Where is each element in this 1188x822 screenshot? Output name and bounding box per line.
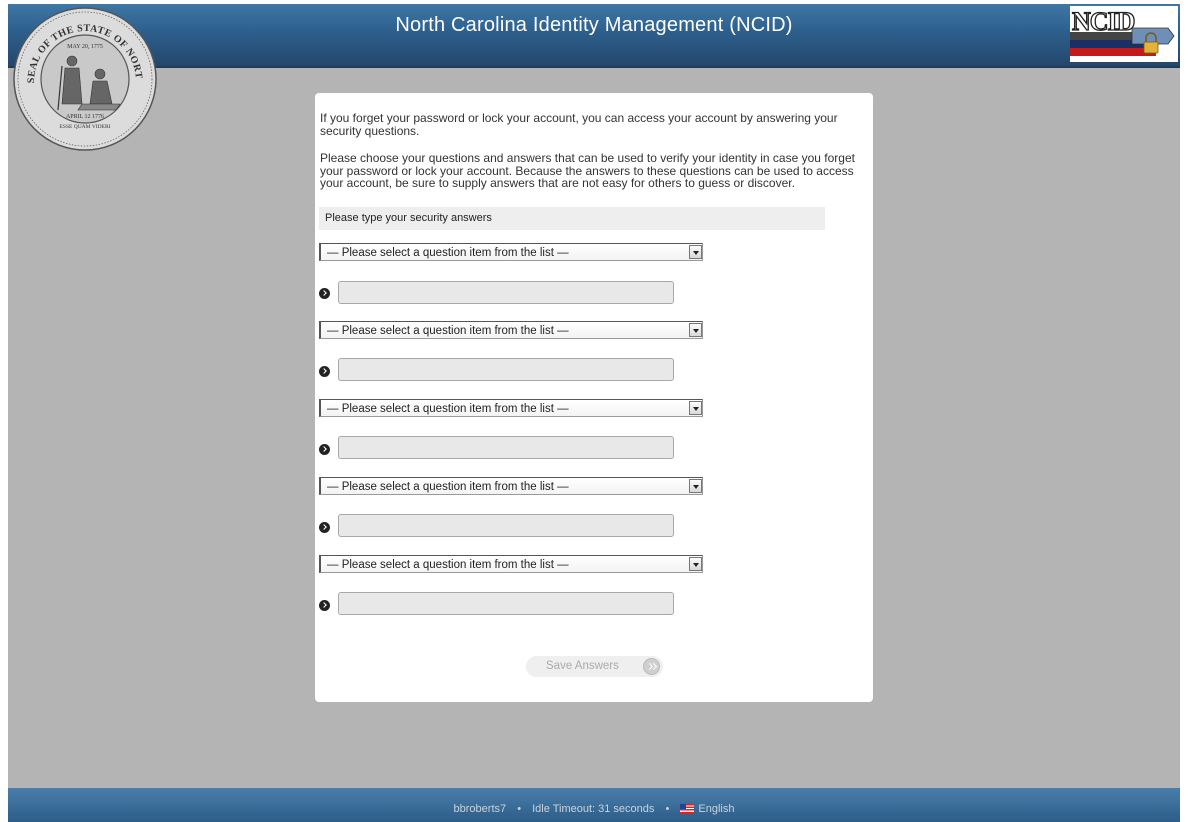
answer-input-4[interactable]: [338, 514, 674, 537]
answer-input-1[interactable]: [338, 281, 674, 304]
nc-state-seal: THE GREAT SEAL OF THE STATE OF NORTH CAR…: [12, 6, 157, 151]
question-select-5[interactable]: — Please select a question item from the…: [319, 555, 703, 573]
footer-bar: bbroberts7 • Idle Timeout: 31 seconds • …: [8, 788, 1180, 822]
answer-input-5[interactable]: [338, 592, 674, 615]
us-flag-icon: [680, 804, 695, 813]
question-select-1[interactable]: — Please select a question item from the…: [319, 243, 703, 261]
language-selector[interactable]: English: [680, 803, 734, 815]
separator: •: [517, 803, 522, 815]
arrow-circle-icon: [319, 288, 330, 299]
arrow-circle-icon: [319, 522, 330, 533]
save-answers-label: Save Answers: [546, 660, 619, 672]
security-questions-card: If you forget your password or lock your…: [315, 93, 873, 702]
idle-timeout: Idle Timeout: 31 seconds: [532, 803, 655, 815]
page-title: North Carolina Identity Management (NCID…: [395, 14, 793, 36]
header-bar: North Carolina Identity Management (NCID…: [8, 4, 1180, 68]
question-select-4[interactable]: — Please select a question item from the…: [319, 477, 703, 495]
arrow-circle-icon: [319, 444, 330, 455]
app-frame: North Carolina Identity Management (NCID…: [8, 4, 1180, 822]
dropdown-arrow-icon: [689, 323, 702, 337]
separator: •: [665, 803, 670, 815]
double-chevron-right-icon: [643, 658, 660, 675]
question-select-3[interactable]: — Please select a question item from the…: [319, 399, 703, 417]
ncid-logo: NCID: [1070, 6, 1178, 62]
save-answers-button[interactable]: Save Answers: [526, 656, 663, 677]
answer-input-3[interactable]: [338, 436, 674, 459]
question-select-value: — Please select a question item from the…: [327, 325, 569, 337]
intro-paragraph-1: If you forget your password or lock your…: [320, 111, 838, 138]
question-select-value: — Please select a question item from the…: [327, 481, 569, 493]
question-select-2[interactable]: — Please select a question item from the…: [319, 321, 703, 339]
language-label: English: [698, 803, 735, 815]
dropdown-arrow-icon: [689, 245, 702, 259]
username: bbroberts7: [453, 803, 507, 815]
seal-date-bottom: APRIL 12 1776: [66, 114, 104, 120]
question-select-value: — Please select a question item from the…: [327, 247, 569, 259]
dropdown-arrow-icon: [689, 401, 702, 415]
section-label: Please type your security answers: [319, 207, 825, 230]
dropdown-arrow-icon: [689, 479, 702, 493]
arrow-circle-icon: [319, 600, 330, 611]
dropdown-arrow-icon: [689, 557, 702, 571]
ncid-logo-text: NCID: [1071, 6, 1136, 36]
seal-date-top: MAY 20, 1775: [67, 44, 103, 50]
intro-paragraph-2: Please choose your questions and answers…: [320, 151, 855, 190]
arrow-circle-icon: [319, 366, 330, 377]
question-select-value: — Please select a question item from the…: [327, 403, 569, 415]
padlock-icon: [1131, 27, 1175, 54]
question-select-value: — Please select a question item from the…: [327, 559, 569, 571]
seal-motto: ESSE QUAM VIDERI: [60, 124, 111, 130]
answer-input-2[interactable]: [338, 358, 674, 381]
